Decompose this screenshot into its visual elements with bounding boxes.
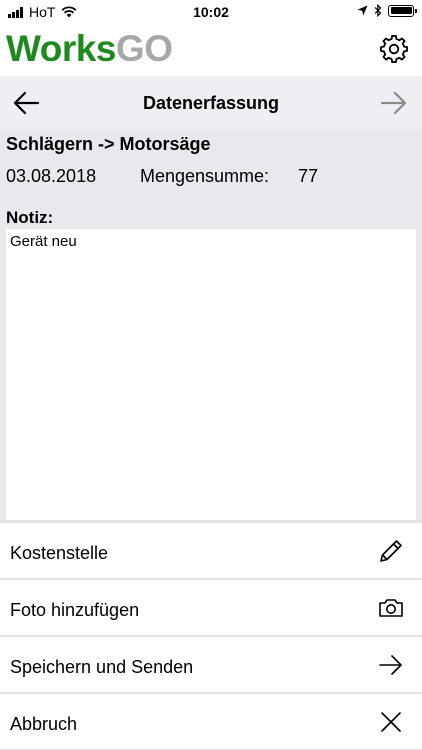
logo-works: Works: [6, 28, 116, 69]
record-date: 03.08.2018: [6, 166, 97, 186]
logo-go: GO: [115, 28, 173, 69]
status-bar: HoT 10:02: [0, 0, 422, 24]
gear-icon[interactable]: [379, 34, 409, 64]
status-right: [357, 4, 417, 17]
action-list: Kostenstelle Foto hinzufügen Speichern u…: [0, 520, 422, 750]
cost-center-button[interactable]: Kostenstelle: [0, 523, 422, 578]
pencil-icon: [380, 540, 402, 562]
sum-label: Mengensumme:: [140, 166, 270, 186]
sum-value: 77: [298, 166, 319, 186]
record-panel: Schlägern -> Motorsäge 03.08.2018 Mengen…: [0, 130, 422, 520]
note-label: Notiz:: [6, 208, 54, 227]
arrow-right-icon: [379, 655, 402, 675]
battery-icon: [388, 4, 417, 17]
note-field[interactable]: Gerät neu: [6, 229, 416, 520]
action-label: Abbruch: [10, 714, 78, 734]
bluetooth-icon: [374, 4, 382, 17]
route-title: Schlägern -> Motorsäge: [6, 134, 211, 154]
cancel-button[interactable]: Abbruch: [0, 694, 422, 749]
action-label: Kostenstelle: [10, 543, 109, 563]
add-photo-button[interactable]: Foto hinzufügen: [0, 580, 422, 635]
nav-bar: Datenerfassung: [0, 76, 422, 130]
save-and-send-button[interactable]: Speichern und Senden: [0, 637, 422, 692]
camera-icon: [379, 599, 403, 617]
location-icon: [357, 5, 368, 16]
app-header: WorksGO: [0, 24, 422, 76]
app-logo: WorksGO: [6, 28, 173, 70]
action-label: Foto hinzufügen: [10, 600, 140, 620]
close-icon: [381, 712, 401, 732]
forward-arrow-icon[interactable]: [380, 90, 408, 116]
page-title: Datenerfassung: [142, 93, 280, 113]
action-label: Speichern und Senden: [10, 657, 194, 677]
